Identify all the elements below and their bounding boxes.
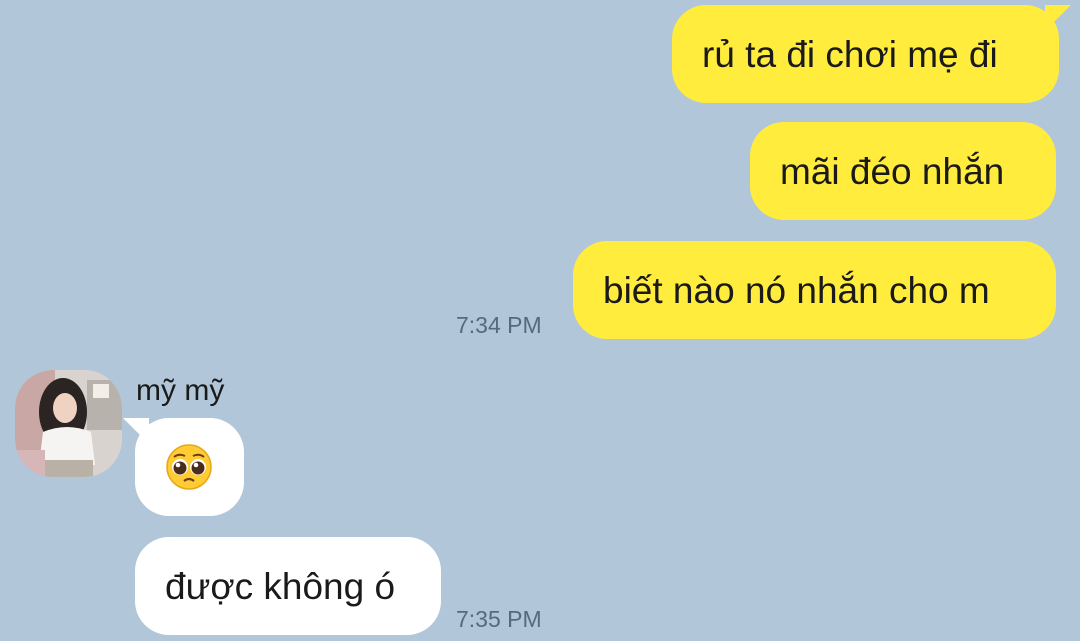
outgoing-message-bubble[interactable]: rủ ta đi chơi mẹ đi <box>672 5 1071 103</box>
pleading-face-emoji <box>166 444 212 490</box>
incoming-message-bubble[interactable] <box>123 418 244 516</box>
message-text: mãi đéo nhắn <box>780 150 1005 192</box>
message-timestamp: 7:35 PM <box>456 606 542 632</box>
sender-name: mỹ mỹ <box>136 374 225 407</box>
outgoing-message-bubble[interactable]: biết nào nó nhắn cho m <box>573 241 1056 339</box>
message-timestamp: 7:34 PM <box>456 312 542 338</box>
avatar-photo-icon <box>15 370 122 477</box>
message-text: rủ ta đi chơi mẹ đi <box>702 33 998 75</box>
message-text: biết nào nó nhắn cho m <box>603 269 990 311</box>
bubble-tail <box>123 418 149 444</box>
bubble-tail <box>1045 5 1071 31</box>
chat-thread[interactable]: rủ ta đi chơi mẹ đi mãi đéo nhắn biết nà… <box>0 0 1080 641</box>
message-text: được không ó <box>165 565 396 607</box>
sender-avatar[interactable] <box>15 370 122 477</box>
incoming-message-bubble[interactable]: được không ó <box>135 537 441 635</box>
outgoing-message-bubble[interactable]: mãi đéo nhắn <box>750 122 1056 220</box>
